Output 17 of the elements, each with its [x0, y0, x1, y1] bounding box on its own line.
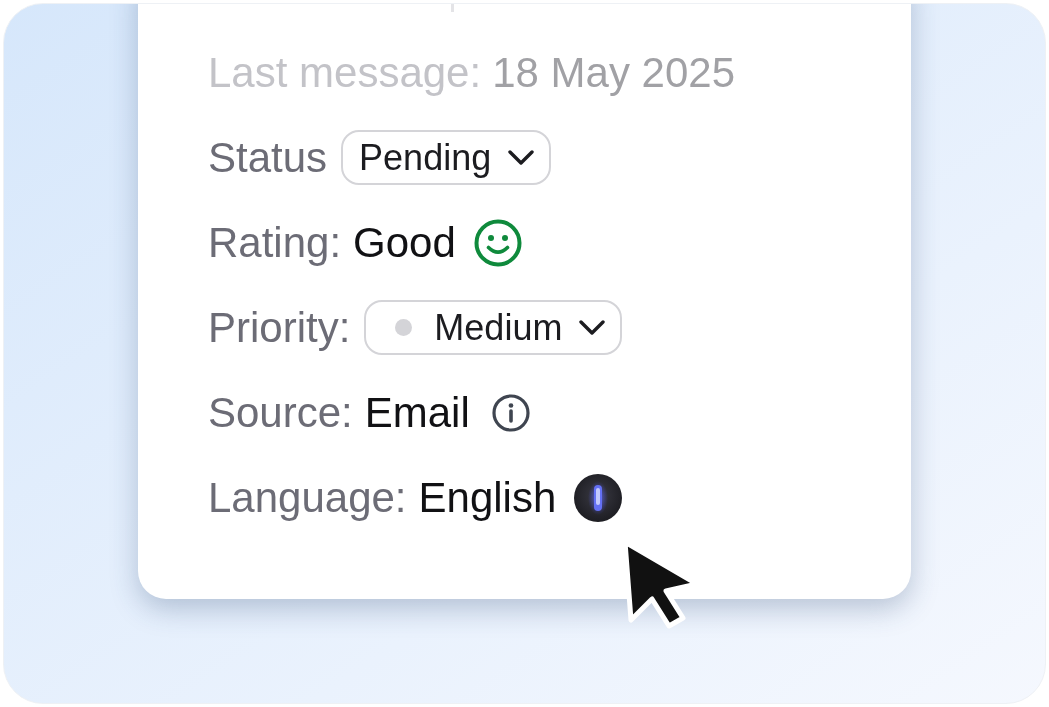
field-label: Source: [208, 391, 353, 434]
field-label: Status [208, 136, 328, 179]
field-value: English [418, 476, 557, 519]
field-value: 18 May 2025 [492, 51, 735, 94]
field-label: Priority: [208, 306, 351, 349]
field-value: Good [353, 221, 456, 264]
dropdown[interactable]: Pending [341, 130, 552, 185]
field-label: Language: [208, 476, 407, 519]
chevron-down-icon [508, 149, 535, 166]
field-label: Last message: [208, 51, 482, 94]
chevron-down-icon [579, 319, 606, 336]
glowing-orb-icon[interactable] [574, 473, 623, 522]
info-icon[interactable] [491, 393, 530, 432]
field-label: Rating: [208, 221, 342, 264]
dropdown[interactable]: Medium [364, 300, 623, 355]
smiley-icon [473, 218, 522, 267]
field-value: Email [364, 391, 470, 434]
